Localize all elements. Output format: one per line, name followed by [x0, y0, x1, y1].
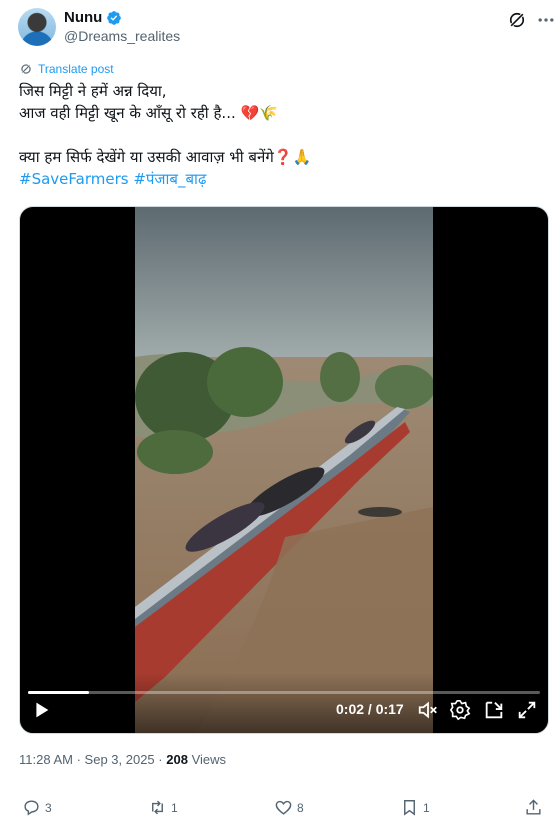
play-icon[interactable] — [30, 699, 52, 721]
action-bar: 3 1 8 1 — [0, 790, 557, 822]
reply-icon — [24, 800, 39, 816]
repost-count: 1 — [171, 800, 178, 815]
heart-icon — [275, 800, 292, 815]
translate-label[interactable]: Translate post — [38, 62, 114, 76]
post-header: Nunu @Dreams_realites — [18, 8, 554, 48]
video-player[interactable]: 0:02 / 0:17 — [19, 206, 549, 734]
flood-train-scene — [135, 207, 433, 733]
post-text-line: क्या हम सिर्फ देखेंगे या उसकी आवाज़ भी ब… — [19, 148, 312, 166]
views-count: 208 — [166, 752, 188, 767]
video-frame[interactable] — [135, 207, 433, 733]
post-date[interactable]: Sep 3, 2025 — [85, 752, 155, 767]
post-text-spacer — [19, 124, 539, 146]
like-button[interactable]: 8 — [274, 798, 304, 817]
author-name[interactable]: Nunu — [64, 9, 102, 26]
translate-post-link[interactable]: Translate post — [19, 62, 114, 76]
avatar[interactable] — [18, 8, 56, 46]
bookmark-button[interactable]: 1 — [400, 798, 430, 817]
video-progress-bar[interactable] — [28, 691, 540, 694]
post-text-line: जिस मिट्टी ने हमें अन्न दिया, — [19, 82, 167, 100]
share-button[interactable] — [524, 798, 543, 817]
video-time: 0:02 / 0:17 — [336, 701, 404, 717]
author-handle[interactable]: @Dreams_realites — [64, 28, 180, 44]
fullscreen-icon[interactable] — [516, 699, 538, 721]
author-name-row: Nunu — [64, 9, 122, 26]
post-text-line: आज वही मिट्टी खून के आँसू रो रही है... 💔… — [19, 104, 278, 122]
repost-button[interactable]: 1 — [148, 798, 178, 817]
mute-icon[interactable] — [417, 699, 439, 721]
verified-badge-icon — [107, 10, 122, 25]
post-text: जिस मिट्टी ने हमें अन्न दिया, आज वही मिट… — [19, 80, 539, 190]
picture-in-picture-icon[interactable] — [483, 699, 505, 721]
translate-icon — [21, 64, 31, 74]
settings-gear-icon[interactable] — [449, 699, 471, 721]
post-time[interactable]: 11:28 AM — [19, 752, 73, 767]
video-progress-fill — [28, 691, 90, 694]
reply-button[interactable]: 3 — [22, 798, 52, 817]
bookmark-icon — [404, 800, 415, 816]
share-icon — [526, 799, 541, 815]
reply-count: 3 — [45, 800, 52, 815]
like-count: 8 — [297, 800, 304, 815]
more-options-icon[interactable] — [535, 10, 557, 30]
video-controls: 0:02 / 0:17 — [20, 673, 548, 733]
grok-icon[interactable] — [507, 10, 527, 30]
post-meta: 11:28 AM · Sep 3, 2025 · 208 Views — [19, 752, 226, 767]
repost-icon — [152, 800, 163, 815]
meta-separator: · — [76, 752, 85, 767]
views-label: Views — [191, 752, 227, 767]
bookmark-count: 1 — [423, 800, 430, 815]
hashtag-links[interactable]: #SaveFarmers #पंजाब_बाढ़ — [19, 168, 539, 190]
